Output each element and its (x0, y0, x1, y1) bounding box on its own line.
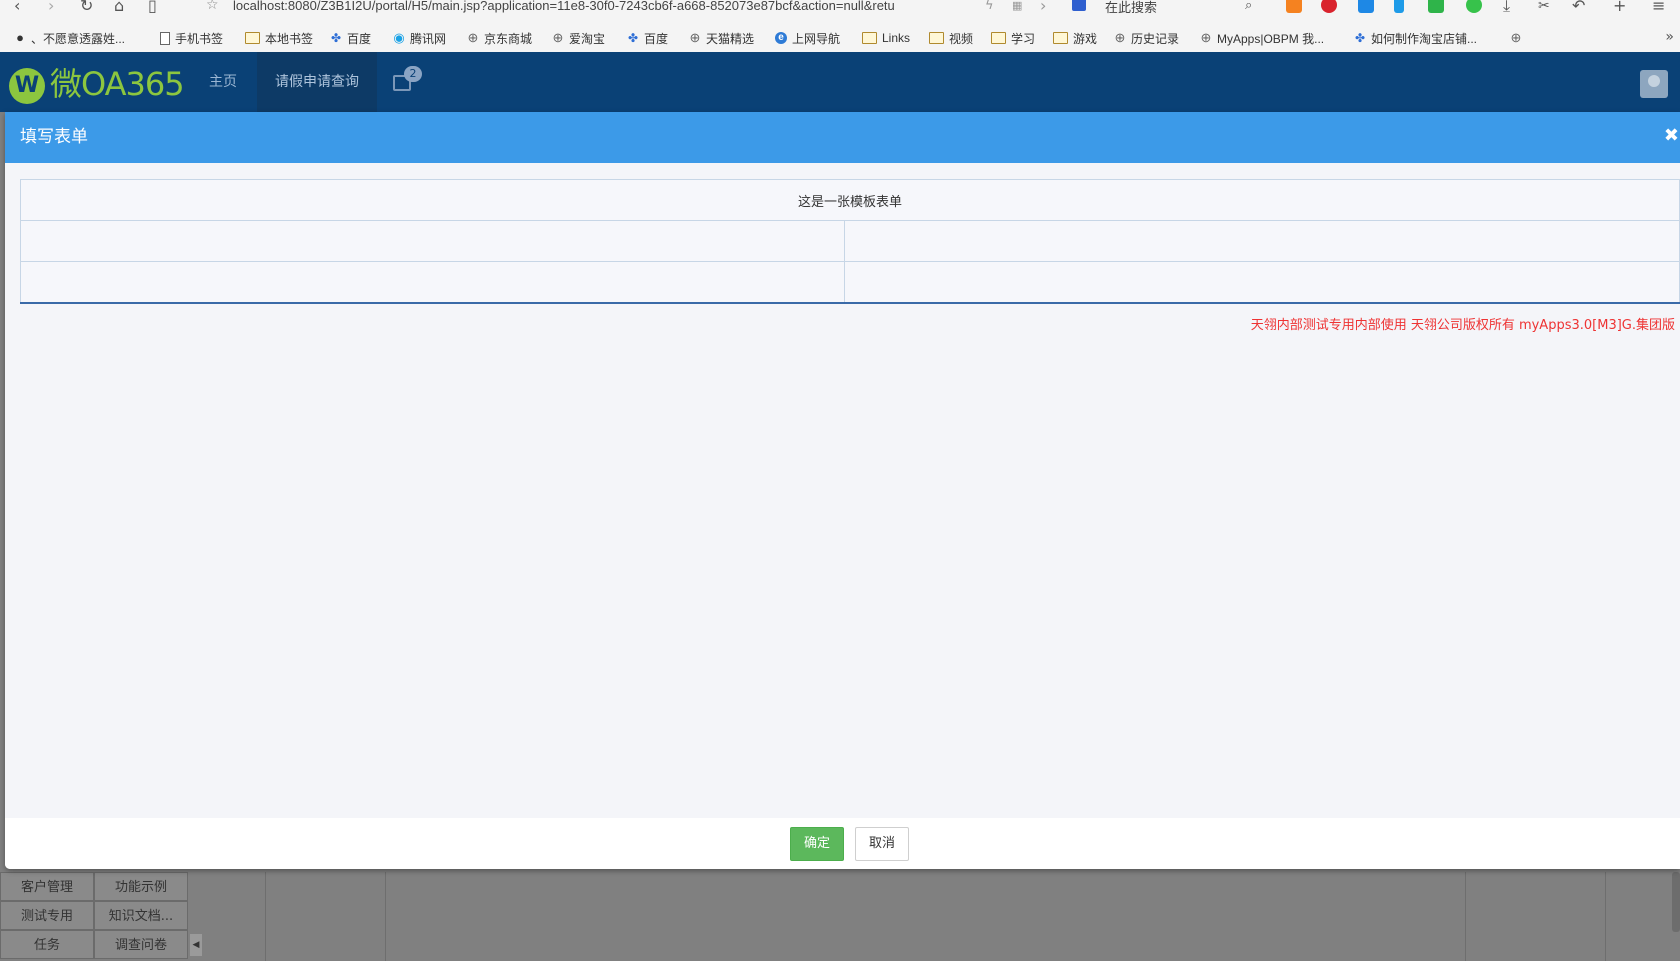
paw-icon: ✤ (1354, 31, 1366, 45)
lightning-icon[interactable]: ϟ (985, 0, 994, 14)
bookmark-star-icon[interactable]: ☆ (206, 0, 219, 13)
plus-icon[interactable]: + (1613, 0, 1626, 14)
bookmark-folder[interactable]: 视频 (929, 30, 973, 46)
scissors-icon[interactable]: ✂ (1538, 0, 1550, 14)
menu-icon[interactable]: ≡ (1652, 0, 1665, 14)
form-cell[interactable] (20, 261, 845, 304)
bg-menu-item: 功能示例 (94, 872, 188, 901)
folder-icon (245, 32, 260, 44)
folder-icon (862, 32, 877, 44)
bookmark-item[interactable]: ✤ 如何制作淘宝店铺... (1354, 30, 1477, 46)
bookmark-item[interactable]: ⊕ 爱淘宝 (552, 30, 605, 46)
dialog-footer: 确定 取消 (5, 818, 1680, 869)
folder-icon (1053, 32, 1068, 44)
confirm-button[interactable]: 确定 (790, 827, 844, 861)
chevron-right-icon[interactable]: › (1040, 0, 1046, 14)
bookmarks-bar: ● 、不愿意透露姓... 手机书签 本地书签 ✤ 百度 ◉ 腾讯网 ⊕ 京东商城… (0, 24, 1680, 53)
bg-divider (265, 872, 266, 961)
search-input[interactable]: 在此搜索 (1105, 0, 1157, 14)
form-cell[interactable] (844, 220, 1680, 262)
undo-icon[interactable]: ↶ (1572, 0, 1585, 14)
logo-text: 微OA365 (50, 65, 185, 103)
folder-icon (991, 32, 1006, 44)
qr-icon[interactable]: ▦ (1012, 0, 1022, 14)
home-icon[interactable]: ⌂ (114, 0, 124, 14)
double-chevron-right-icon[interactable]: » (1665, 29, 1674, 45)
bg-divider (385, 872, 386, 961)
folder-icon (929, 32, 944, 44)
search-engine-icon[interactable] (1072, 0, 1086, 11)
bg-menu-item: 任务 (0, 930, 94, 959)
form-cell[interactable] (20, 220, 845, 262)
bookmark-item[interactable]: ⊕ 历史记录 (1114, 30, 1179, 46)
background-menu: 客户管理 功能示例 测试专用 知识文档... 任务 调查问卷 (0, 872, 190, 961)
bg-divider (1465, 872, 1466, 961)
close-icon[interactable]: ✖ (1664, 126, 1679, 146)
ie-icon: e (775, 32, 787, 44)
bg-menu-item: 知识文档... (94, 901, 188, 930)
logo-mark: W (9, 68, 45, 104)
bookmark-folder[interactable]: 本地书签 (245, 30, 313, 46)
bookmark-item[interactable]: ● 、不愿意透露姓... (14, 30, 125, 46)
paw-icon: ✤ (330, 31, 342, 45)
adblock-icon[interactable] (1321, 0, 1337, 13)
toolbar-gap (0, 14, 1680, 24)
dialog-title: 填写表单 (20, 127, 88, 147)
tab-home[interactable]: 主页 (195, 52, 251, 112)
form-title: 这是一张模板表单 (20, 179, 1680, 221)
bg-menu-item: 调查问卷 (94, 930, 188, 959)
bookmark-item[interactable]: ⊕ 天猫精选 (689, 30, 754, 46)
bookmark-folder[interactable]: 游戏 (1053, 30, 1097, 46)
globe-icon: ⊕ (1114, 30, 1126, 45)
game-icon[interactable] (1428, 0, 1444, 13)
globe-icon: ⊕ (467, 30, 479, 45)
forward-icon[interactable]: › (48, 0, 54, 14)
collapse-arrow-icon: ◀ (190, 934, 202, 956)
globe-icon: ⊕ (1200, 30, 1212, 45)
bg-divider (1605, 872, 1606, 961)
dialog-header: 填写表单 ✖ (5, 112, 1680, 163)
tab-leave-query[interactable]: 请假申请查询 (257, 52, 377, 112)
paw-icon: ✤ (627, 31, 639, 45)
wechat-icon[interactable] (1466, 0, 1482, 13)
video-icon[interactable] (1286, 0, 1302, 13)
fill-form-dialog: 填写表单 ✖ 这是一张模板表单 天翎内部测试专用内部使用 天翎公司版权所有 my… (5, 112, 1680, 869)
user-avatar[interactable] (1640, 70, 1668, 98)
reload-icon[interactable]: ↻ (80, 0, 93, 14)
bookmark-item[interactable]: 手机书签 (160, 30, 223, 46)
reader-icon[interactable]: ▯ (148, 0, 157, 14)
window-count-badge: 2 (404, 66, 422, 82)
bookmark-folder[interactable]: 学习 (991, 30, 1035, 46)
globe-icon: ⊕ (552, 30, 564, 45)
bg-menu-item: 客户管理 (0, 872, 94, 901)
bookmark-item[interactable]: ⊕ MyApps|OBPM 我... (1200, 30, 1325, 46)
bg-scrollbar (1672, 872, 1680, 932)
bookmark-item[interactable]: ✤ 百度 (627, 30, 668, 46)
back-icon[interactable]: ‹ (14, 0, 20, 14)
form-cell[interactable] (844, 261, 1680, 304)
bookmark-item[interactable]: ✤ 百度 (330, 30, 371, 46)
search-icon[interactable]: ⌕ (1245, 0, 1252, 14)
cancel-button[interactable]: 取消 (855, 827, 909, 861)
phone-icon[interactable] (1394, 0, 1404, 13)
copyright-notice: 天翎内部测试专用内部使用 天翎公司版权所有 myApps3.0[M3]G.集团版 (1250, 318, 1675, 333)
bg-menu-item: 测试专用 (0, 901, 94, 930)
play-icon[interactable] (1358, 0, 1374, 13)
bookmark-folder[interactable]: Links (862, 30, 910, 46)
bookmark-item[interactable]: ⊕ (1510, 30, 1527, 46)
page-icon (160, 31, 170, 45)
globe-icon: ⊕ (1510, 30, 1522, 45)
bookmark-item[interactable]: e 上网导航 (775, 30, 840, 46)
avatar-icon: ● (16, 30, 24, 45)
app-header: W 微OA365 主页 请假申请查询 2 (0, 52, 1680, 112)
bookmark-item[interactable]: ◉ 腾讯网 (393, 30, 446, 46)
swirl-icon: ◉ (393, 30, 405, 45)
template-form-table: 这是一张模板表单 (20, 179, 1680, 304)
bookmark-item[interactable]: ⊕ 京东商城 (467, 30, 532, 46)
download-icon[interactable]: ⤓ (1503, 0, 1510, 14)
url-input[interactable]: localhost:8080/Z3B1I2U/portal/H5/main.js… (233, 0, 968, 13)
browser-toolbar: ‹ › ↻ ⌂ ▯ ☆ localhost:8080/Z3B1I2U/porta… (0, 0, 1680, 14)
globe-icon: ⊕ (689, 30, 701, 45)
